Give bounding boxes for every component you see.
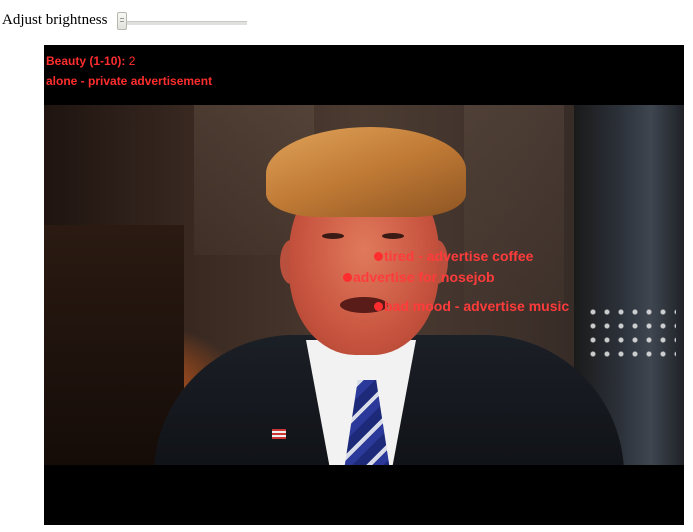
brightness-slider-track[interactable] bbox=[119, 21, 248, 25]
marker-label: advertise for nosejob bbox=[353, 269, 495, 285]
marker-dot-icon bbox=[374, 301, 383, 311]
eye bbox=[382, 233, 404, 239]
flag-stars bbox=[586, 305, 676, 365]
brightness-controls: Adjust brightness bbox=[0, 8, 248, 32]
face-marker: tired - advertise coffee bbox=[374, 248, 533, 264]
brightness-label: Adjust brightness bbox=[2, 11, 108, 28]
hair bbox=[266, 127, 466, 217]
marker-label: tired - advertise coffee bbox=[384, 248, 534, 264]
brightness-slider[interactable] bbox=[117, 10, 248, 30]
video-stage: Beauty (1-10): 2 alone - private adverti… bbox=[44, 45, 684, 525]
flag-pin bbox=[272, 429, 286, 439]
face-marker: bad mood - advertise music bbox=[374, 298, 569, 314]
brightness-slider-thumb[interactable] bbox=[117, 12, 128, 30]
video-frame: tired - advertise coffee advertise for n… bbox=[44, 105, 684, 465]
beauty-score: Beauty (1-10): 2 bbox=[46, 54, 135, 68]
beauty-value: 2 bbox=[128, 54, 136, 68]
marker-dot-icon bbox=[374, 251, 383, 261]
eye bbox=[322, 233, 344, 239]
marker-label: bad mood - advertise music bbox=[384, 298, 570, 314]
face-marker: advertise for nosejob bbox=[343, 269, 495, 285]
group-status: alone - private advertisement bbox=[46, 74, 213, 88]
marker-dot-icon bbox=[343, 272, 352, 282]
beauty-label: Beauty (1-10): bbox=[46, 54, 126, 68]
